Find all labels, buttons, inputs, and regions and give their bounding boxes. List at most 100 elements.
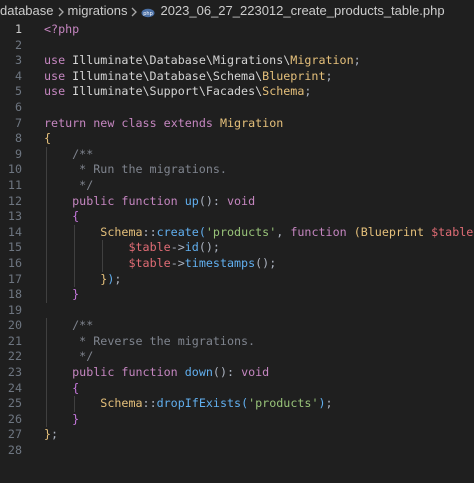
code-text: * Reverse the migrations. (44, 334, 255, 350)
code-line[interactable]: 27}; (0, 427, 474, 443)
code-token: :: (142, 224, 157, 239)
code-token: */ (44, 349, 94, 364)
code-line[interactable]: 14 Schema::create('products', function (… (0, 224, 474, 241)
code-token: $table (431, 224, 474, 239)
code-line[interactable]: 5 use Illuminate\Support\Facades\Schema; (0, 84, 474, 100)
code-line[interactable]: 1 <?php (0, 22, 474, 38)
code-token: Illuminate\Database\Migrations\ (72, 53, 291, 68)
line-number: 26 (7, 411, 22, 426)
code-token: create (156, 224, 199, 239)
code-text: $table->timestamps(); (44, 256, 276, 272)
code-editor[interactable]: 1 <?php 2 3 use Illuminate\Database\Migratio… (0, 22, 474, 483)
code-token: { (72, 209, 80, 224)
code-line[interactable]: 25 Schema::dropIfExists('products'); (0, 396, 474, 412)
code-text: { (44, 131, 51, 147)
line-number: 6 (14, 99, 22, 114)
code-line[interactable]: 13 { (0, 209, 474, 225)
code-editor-window: database migrations php 2023_06_27_22301… (0, 0, 474, 483)
line-number: 8 (14, 131, 22, 146)
code-line[interactable]: 21 * Reverse the migrations. (0, 333, 474, 350)
code-token: 'products' (248, 396, 319, 411)
chevron-right-icon (127, 0, 141, 22)
code-token: Schema (262, 84, 305, 99)
code-token: Schema (100, 396, 143, 411)
breadcrumb: database migrations php 2023_06_27_22301… (0, 0, 474, 22)
code-line[interactable]: 2 (0, 38, 474, 54)
code-line[interactable]: 11 */ (0, 177, 474, 194)
code-line[interactable]: 4 use Illuminate\Database\Schema\Blueprin… (0, 69, 474, 85)
code-token: */ (44, 177, 94, 192)
line-number: 24 (7, 380, 22, 395)
code-token: /** (44, 318, 94, 333)
code-text: Schema::create('products', function (Blu… (44, 225, 474, 241)
code-line[interactable]: 24 { (0, 380, 474, 397)
code-text: /** (44, 147, 93, 163)
code-text: } (44, 412, 79, 428)
code-token: * Reverse the migrations. (44, 333, 256, 348)
code-text: }); (44, 272, 121, 288)
code-line[interactable]: 23 public function down(): void (0, 365, 474, 381)
code-token: , (276, 224, 291, 239)
code-token: { (72, 380, 80, 395)
breadcrumb-item-database[interactable]: database (0, 0, 54, 22)
code-token: } (72, 287, 80, 302)
code-token: -> (170, 240, 185, 255)
code-line[interactable]: 22 */ (0, 349, 474, 366)
code-text: /** (44, 318, 93, 334)
code-line[interactable]: 3 use Illuminate\Database\Migrations\Migr… (0, 53, 474, 69)
breadcrumb-item-file[interactable]: 2023_06_27_223012_create_products_table.… (160, 0, 444, 22)
line-number: 5 (14, 84, 22, 99)
code-line[interactable]: 15 $table->id(); (0, 240, 474, 256)
code-line[interactable]: 10 * Run the migrations. (0, 162, 474, 178)
code-text: */ (44, 349, 93, 365)
code-line[interactable]: 17 }); (0, 271, 474, 288)
code-token: -> (170, 255, 185, 270)
code-line[interactable]: 19 (0, 303, 474, 319)
line-number: 7 (14, 115, 22, 130)
code-token: /** (44, 146, 94, 161)
code-line[interactable]: 7 return new class extends Migration (0, 116, 474, 132)
code-token: ; (325, 396, 333, 411)
code-token: up (184, 193, 199, 208)
code-token: down (184, 365, 213, 380)
code-token: id (184, 240, 199, 255)
code-token: ; (51, 427, 59, 442)
code-token: ( (198, 224, 206, 239)
line-number: 1 (14, 22, 22, 36)
line-number: 28 (7, 443, 22, 458)
code-line[interactable]: 8{ (0, 131, 474, 147)
code-line[interactable]: 6 (0, 100, 474, 116)
code-token: Illuminate\Database\Schema\ (72, 68, 263, 83)
chevron-right-icon (54, 0, 68, 22)
breadcrumb-item-migrations[interactable]: migrations (68, 0, 128, 22)
code-token: (): (212, 365, 242, 380)
code-line[interactable]: 12 public function up(): void (0, 193, 474, 210)
code-token: return (44, 115, 94, 130)
code-token: (): (198, 193, 227, 208)
code-line[interactable]: 20 /** (0, 318, 474, 334)
code-token: extends (163, 115, 220, 130)
code-line[interactable]: 9 /** (0, 146, 474, 163)
code-line[interactable]: 16 $table->timestamps(); (0, 255, 474, 272)
line-number: 21 (7, 333, 22, 348)
code-line[interactable]: 28 (0, 443, 474, 459)
code-line[interactable]: 18 } (0, 287, 474, 303)
code-text: $table->id(); (44, 240, 220, 256)
code-token: (); (198, 240, 220, 255)
code-text: public function up(): void (44, 194, 255, 210)
code-token: $table (128, 255, 171, 270)
code-line[interactable]: 26 } (0, 411, 474, 428)
code-token: Blueprint (360, 224, 432, 239)
line-number: 4 (14, 68, 22, 83)
code-token: ; (114, 271, 122, 286)
code-token: use (44, 53, 73, 68)
line-number: 11 (7, 177, 22, 192)
line-number: 27 (7, 427, 22, 442)
code-token: ; (325, 68, 333, 83)
code-token: function (290, 224, 354, 239)
code-text: use Illuminate\Support\Facades\Schema; (44, 84, 311, 100)
